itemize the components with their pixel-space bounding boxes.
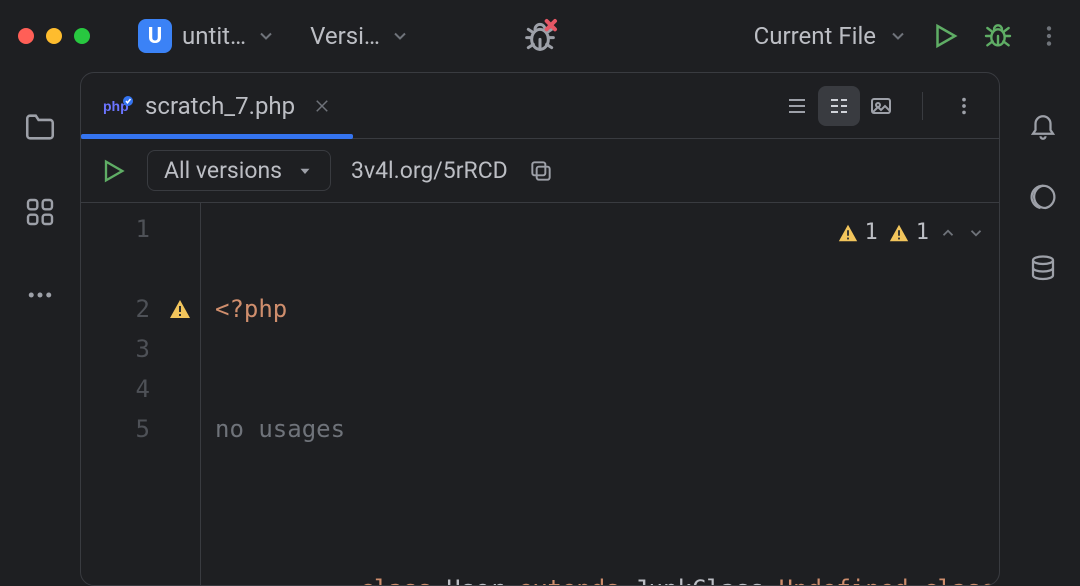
project-tool-icon[interactable] (23, 110, 57, 144)
vcs-label: Versi… (310, 22, 380, 50)
close-tab-icon[interactable] (313, 97, 331, 115)
error-tooltip: Undefined class 'Jun (779, 575, 999, 585)
right-toolbar (1006, 72, 1080, 586)
view-split-icon[interactable] (818, 86, 860, 126)
view-source-icon[interactable] (776, 86, 818, 126)
line-number: 4 (136, 375, 150, 403)
line-number: 1 (136, 215, 150, 243)
run-widgets: Current File (754, 20, 1062, 52)
next-highlight-icon[interactable] (967, 224, 985, 242)
more-menu-button[interactable] (1036, 23, 1062, 49)
prev-highlight-icon[interactable] (939, 224, 957, 242)
project-selector[interactable]: U untit… (138, 19, 276, 53)
code-line: <?php (215, 289, 999, 329)
line-number: 5 (136, 415, 150, 443)
chevron-down-icon (256, 26, 276, 46)
more-tools-icon[interactable] (25, 280, 55, 310)
ai-assistant-icon[interactable] (1028, 182, 1058, 212)
separator (922, 92, 923, 120)
vcs-selector[interactable]: Versi… (310, 22, 410, 50)
run-button[interactable] (930, 21, 960, 51)
view-preview-icon[interactable] (860, 86, 902, 126)
notifications-icon[interactable] (1028, 110, 1058, 140)
share-url[interactable]: 3v4l.org/5rRCD (351, 157, 508, 184)
gutter[interactable]: 1 2 3 4 5 (81, 203, 201, 585)
tab-filename: scratch_7.php (145, 92, 295, 120)
structure-tool-icon[interactable] (24, 196, 56, 228)
run-config-selector[interactable]: Current File (754, 22, 908, 50)
database-icon[interactable] (1028, 254, 1058, 284)
editor-panel: php scratch_7.php (80, 72, 1000, 586)
window-zoom-icon[interactable] (74, 28, 90, 44)
gutter-warning-icon[interactable] (168, 297, 192, 321)
debug-button[interactable] (982, 20, 1014, 52)
chevron-down-icon (296, 162, 314, 180)
code-line: class User extends JunkClass Undefined c… (215, 529, 999, 569)
left-toolbar (0, 72, 80, 586)
php-version-selector[interactable]: All versions (147, 150, 331, 191)
weak-warning-count: 1 (916, 213, 929, 253)
inspection-widget[interactable]: 1 1 (837, 213, 986, 253)
run-file-button[interactable] (99, 157, 127, 185)
inlay-hint: no usages (215, 409, 999, 449)
titlebar: U untit… Versi… C (0, 0, 1080, 72)
window-close-icon[interactable] (18, 28, 34, 44)
code-area[interactable]: <?php no usages class User extends JunkC… (201, 203, 999, 585)
editor-tabs: php scratch_7.php (81, 73, 999, 139)
weak-warning-badge[interactable]: 1 (888, 213, 929, 253)
editor-view-toggle (776, 86, 902, 126)
run-config-label: Current File (754, 22, 876, 50)
warning-badge[interactable]: 1 (837, 213, 878, 253)
editor-view-controls (776, 73, 999, 138)
code-editor[interactable]: 1 1 1 2 (81, 203, 999, 585)
main-layout: php scratch_7.php (0, 72, 1080, 586)
editor-tab[interactable]: php scratch_7.php (81, 73, 353, 138)
project-icon: U (138, 19, 172, 53)
copy-icon[interactable] (528, 158, 554, 184)
window-controls (18, 28, 90, 44)
project-label: untit… (182, 22, 246, 50)
line-number: 3 (136, 335, 150, 363)
php-file-icon: php (103, 95, 133, 117)
chevron-down-icon (390, 26, 410, 46)
line-number: 2 (136, 295, 150, 323)
debug-config-icon[interactable] (520, 16, 560, 56)
tab-options-icon[interactable] (943, 86, 985, 126)
php-version-label: All versions (164, 157, 282, 184)
run-subbar: All versions 3v4l.org/5rRCD (81, 139, 999, 203)
warning-count: 1 (865, 213, 878, 253)
chevron-down-icon (888, 26, 908, 46)
window-minimize-icon[interactable] (46, 28, 62, 44)
